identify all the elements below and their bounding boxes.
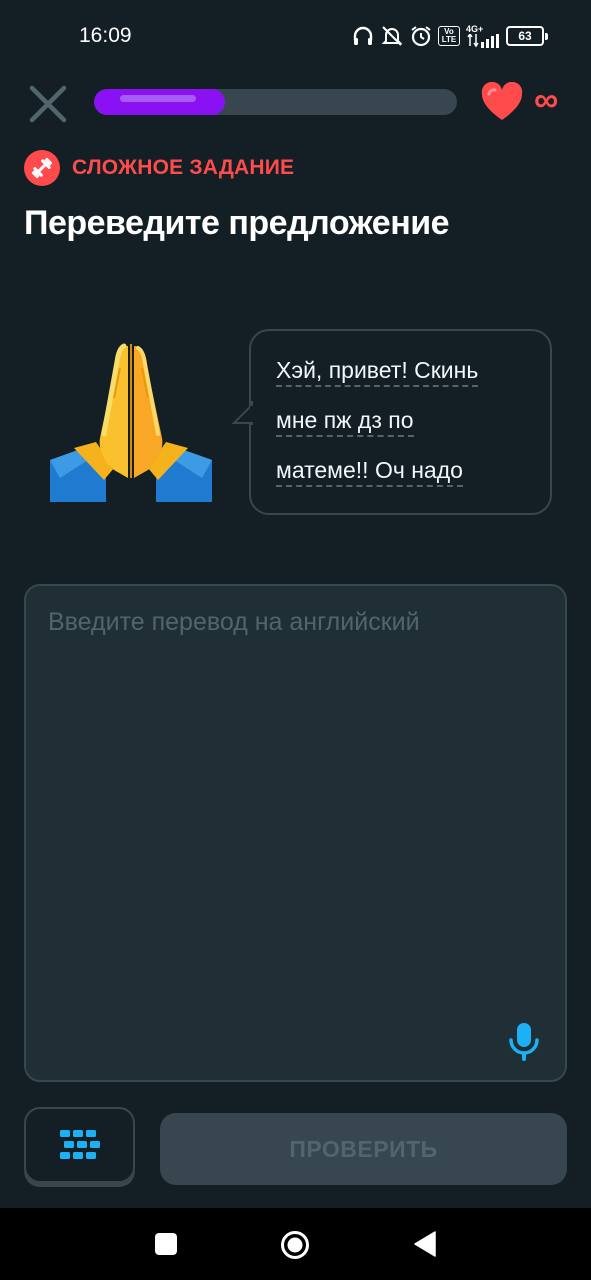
prompt-line: Хэй, привет! Скинь [276, 349, 546, 399]
page-title: Переведите предложение [24, 204, 450, 242]
recents-button[interactable] [154, 1232, 178, 1261]
keyboard-toggle-button[interactable] [24, 1107, 135, 1183]
status-bar: 16:09 Vo LTE 4G+ 63 [0, 0, 591, 72]
system-nav-bar [0, 1208, 591, 1280]
bubble-tail [231, 401, 253, 425]
hearts-value: ∞ [534, 81, 559, 119]
translation-input[interactable] [48, 608, 548, 1028]
prompt-line-text[interactable]: матеме!! Оч надо [276, 457, 463, 487]
home-button[interactable] [280, 1230, 310, 1265]
signal-group: 4G+ [466, 23, 500, 48]
headphones-icon [353, 26, 373, 45]
square-icon [155, 1233, 177, 1255]
hearts-counter[interactable]: ∞ [480, 80, 558, 124]
battery-level: 63 [506, 26, 544, 46]
microphone-icon [509, 1023, 539, 1061]
lesson-progress-bar [94, 89, 457, 115]
speech-bubble: Хэй, привет! Скинь мне пж дз по матеме!!… [231, 329, 552, 515]
back-triangle-icon [414, 1231, 436, 1257]
progress-shine [120, 95, 196, 102]
signal-icon [467, 33, 499, 48]
prompt-line: матеме!! Оч надо [276, 449, 546, 499]
prompt-line: мне пж дз по [276, 399, 546, 449]
circle-icon [281, 1231, 309, 1259]
lte-icon: Vo LTE [438, 26, 460, 46]
alarm-icon [411, 26, 431, 47]
prompt-text: Хэй, привет! Скинь мне пж дз по матеме!!… [276, 349, 546, 499]
check-button[interactable]: ПРОВЕРИТЬ [160, 1113, 567, 1185]
prompt-line-text[interactable]: мне пж дз по [276, 407, 414, 437]
battery-icon: 63 [506, 26, 548, 46]
close-button[interactable] [24, 80, 72, 128]
back-button[interactable] [413, 1231, 437, 1262]
dumbbell-icon [24, 150, 60, 186]
microphone-button[interactable] [508, 1022, 540, 1062]
answer-box [24, 584, 567, 1082]
status-time: 16:09 [79, 24, 132, 47]
status-icons: Vo LTE 4G+ 63 [352, 22, 548, 50]
mute-icon [381, 26, 403, 46]
heart-icon [481, 82, 523, 120]
close-icon [29, 85, 67, 123]
keyboard-icon [59, 1130, 100, 1159]
challenge-label-row: СЛОЖНОЕ ЗАДАНИЕ [24, 150, 294, 186]
praying-hands-emoji [48, 338, 214, 506]
progress-fill [94, 89, 225, 115]
prompt-line-text[interactable]: Хэй, привет! Скинь [276, 357, 479, 387]
challenge-label: СЛОЖНОЕ ЗАДАНИЕ [72, 156, 295, 179]
network-label: 4G+ [466, 23, 484, 34]
